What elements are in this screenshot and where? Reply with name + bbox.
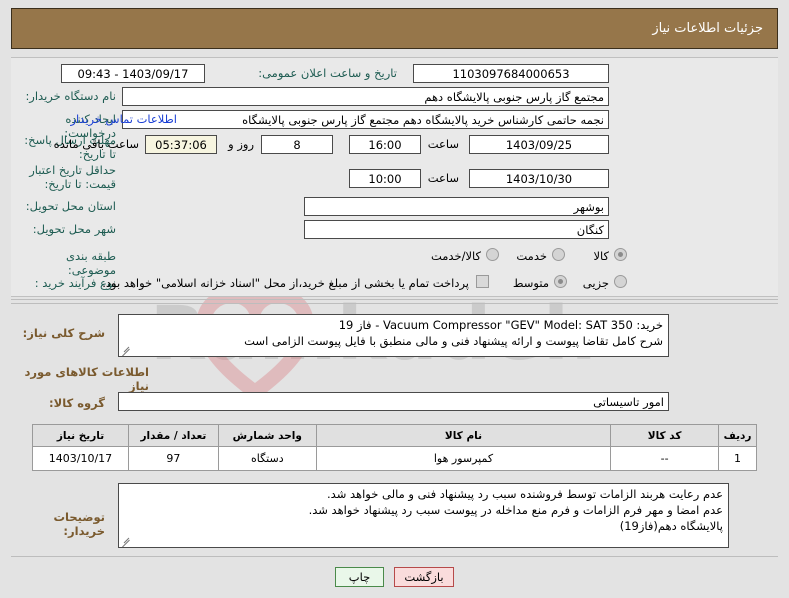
col-need-date: تاریخ نیاز: [32, 424, 129, 447]
description-line1-ltr: Vacuum Compressor "GEV" Model: SAT 350: [383, 318, 633, 332]
response-deadline-time-label: ساعت: [427, 137, 459, 151]
section-divider-3: [11, 556, 778, 557]
description-textarea[interactable]: خرید: Vacuum Compressor "GEV" Model: SAT…: [118, 314, 669, 357]
section-divider-1: [11, 299, 778, 300]
price-validity-time: 10:00: [349, 169, 421, 188]
announce-datetime-label: تاریخ و ساعت اعلان عمومی:: [258, 66, 397, 80]
print-button[interactable]: چاپ: [335, 567, 384, 587]
cell-quantity: 97: [127, 446, 219, 471]
radio-subject-khedmat[interactable]: [552, 248, 565, 261]
radio-subject-kala-khedmat-label: کالا/خدمت: [430, 249, 481, 263]
goods-group-label: گروه کالا:: [49, 396, 105, 410]
response-deadline-time: 16:00: [349, 135, 421, 154]
col-quantity: تعداد / مقدار: [127, 424, 219, 447]
delivery-province-label: استان محل تحویل:: [25, 199, 116, 213]
remaining-time-value: 05:37:06: [145, 135, 217, 154]
buyer-note-line-1: عدم رعایت هربند الزامات توسط فروشنده سبب…: [327, 487, 723, 501]
announce-datetime-value: 09:43 - 1403/09/17: [61, 64, 205, 83]
goods-table: ردیف کد کالا نام کالا واحد شمارش تعداد /…: [32, 424, 757, 471]
radio-process-jozi[interactable]: [614, 275, 627, 288]
page-title: جزئیات اطلاعات نیاز: [652, 21, 763, 36]
buyer-org-value: مجتمع گاز پارس جنوبی پالایشگاه دهم: [122, 87, 609, 106]
remaining-days-label: روز و: [228, 137, 254, 151]
response-deadline-date: 1403/09/25: [469, 135, 609, 154]
radio-process-motavaset[interactable]: [554, 275, 567, 288]
requester-value: نجمه حاتمی کارشناس خرید پالایشگاه دهم مج…: [122, 110, 609, 129]
buyer-org-label: نام دستگاه خریدار:: [25, 89, 116, 103]
table-row: 1 -- کمپرسور هوا دستگاه 97 1403/10/17: [32, 446, 757, 471]
radio-subject-khedmat-label: خدمت: [516, 249, 547, 263]
delivery-province-value: بوشهر: [304, 197, 609, 216]
window-title-bar: جزئیات اطلاعات نیاز: [11, 8, 778, 49]
description-line-2: شرح کامل تقاضا پیوست و ارائه پیشنهاد فنی…: [244, 334, 663, 348]
delivery-city-value: کنگان: [304, 220, 609, 239]
subject-class-label: طبقه بندی موضوعی:: [66, 249, 116, 277]
description-label: شرح کلی نیاز:: [22, 326, 105, 340]
col-radif: ردیف: [718, 424, 757, 447]
need-number-value: 1103097684000653: [413, 64, 609, 83]
radio-process-motavaset-label: متوسط: [512, 276, 549, 290]
page-root: Ramkadeh جزئیات اطلاعات نیاز شماره نیاز:…: [0, 0, 789, 598]
price-validity-date: 1403/10/30: [469, 169, 609, 188]
description-line1-prefix: خرید:: [636, 318, 663, 332]
table-header-row: ردیف کد کالا نام کالا واحد شمارش تعداد /…: [32, 424, 757, 447]
cell-code: --: [610, 446, 720, 471]
buyer-notes-textarea[interactable]: عدم رعایت هربند الزامات توسط فروشنده سبب…: [118, 483, 729, 548]
cell-need-date: 1403/10/17: [32, 446, 129, 471]
remaining-time-suffix: ساعت باقی مانده: [53, 137, 139, 151]
radio-subject-kala-label: کالا: [593, 249, 609, 263]
resize-grip-icon-notes[interactable]: [121, 536, 131, 546]
cell-unit: دستگاه: [217, 446, 317, 471]
treasury-checkbox-label: پرداخت تمام یا بخشی از مبلغ خرید،از محل …: [102, 276, 469, 290]
radio-process-jozi-label: جزیی: [582, 276, 609, 290]
cell-name: کمپرسور هوا: [315, 446, 612, 471]
buyer-note-line-2: عدم امضا و مهر فرم الزامات و فرم منع مدا…: [308, 503, 723, 517]
buyer-contact-link[interactable]: اطلاعات تماس خریدار: [70, 111, 177, 128]
radio-subject-kala[interactable]: [614, 248, 627, 261]
remaining-days-value: 8: [261, 135, 333, 154]
treasury-checkbox[interactable]: [476, 275, 489, 288]
cell-radif: 1: [718, 446, 757, 471]
col-name: نام کالا: [315, 424, 612, 447]
section-divider-2: [11, 303, 778, 304]
goods-section-title: اطلاعات کالاهای مورد نیاز: [24, 365, 150, 393]
price-validity-time-label: ساعت: [427, 171, 459, 185]
col-unit: واحد شمارش: [217, 424, 317, 447]
goods-group-value: امور تاسیساتی: [118, 392, 669, 411]
description-line-1: خرید: Vacuum Compressor "GEV" Model: SAT…: [124, 317, 663, 333]
description-line1-suffix: - فاز 19: [338, 318, 380, 332]
delivery-city-label: شهر محل تحویل:: [32, 222, 116, 236]
buyer-note-line-3: پالایشگاه دهم(فاز19): [619, 519, 723, 533]
back-button[interactable]: بازگشت: [394, 567, 454, 587]
col-code: کد کالا: [610, 424, 720, 447]
price-validity-label: حداقل تاریخ اعتبار قیمت: تا تاریخ:: [29, 163, 116, 191]
radio-subject-kala-khedmat[interactable]: [486, 248, 499, 261]
buyer-notes-label: توضیحات خریدار:: [53, 510, 106, 538]
